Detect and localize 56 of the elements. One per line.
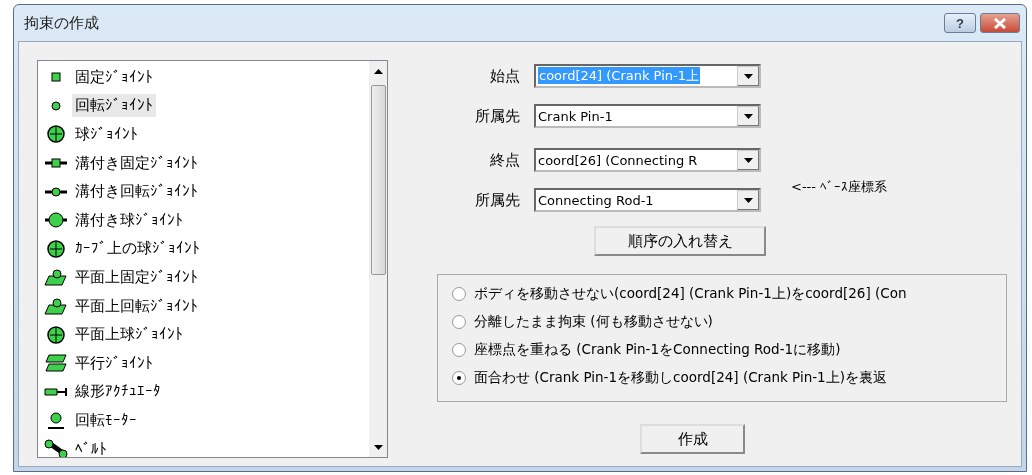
- list-item[interactable]: 平面上固定ｼﾞｮｲﾝﾄ: [72, 265, 201, 289]
- scroll-thumb[interactable]: [370, 85, 386, 275]
- dropdown-button[interactable]: [737, 106, 759, 126]
- radio-button[interactable]: [452, 370, 466, 385]
- scrollbar[interactable]: [369, 61, 387, 457]
- caret-icon[interactable]: [743, 73, 753, 79]
- belt-icon: [44, 439, 68, 457]
- list-item[interactable]: 線形ｱｸﾁｭｴｰﾀ: [72, 380, 164, 404]
- combo-box[interactable]: coord[26] (Connecting R: [534, 148, 761, 172]
- plane-icon: [44, 296, 68, 317]
- sphere-icon: [44, 324, 68, 345]
- field-label: 終点: [489, 150, 520, 170]
- planes-icon: [44, 353, 68, 374]
- radio-button[interactable]: [452, 314, 466, 329]
- sphere-icon: [44, 124, 68, 145]
- swap-order-button[interactable]: 順序の入れ替え: [594, 226, 766, 256]
- caret-icon[interactable]: [743, 157, 753, 163]
- list-item[interactable]: 溝付き回転ｼﾞｮｲﾝﾄ: [72, 180, 201, 204]
- field-label: 始点: [489, 66, 520, 86]
- field-label: 所属先: [474, 190, 520, 210]
- list-item[interactable]: 溝付き固定ｼﾞｮｲﾝﾄ: [72, 151, 201, 175]
- dropdown-button[interactable]: [737, 150, 759, 170]
- caret-icon[interactable]: [743, 197, 753, 203]
- help-button[interactable]: ?: [944, 13, 976, 33]
- radio-button[interactable]: [452, 342, 466, 357]
- list-item[interactable]: 球ｼﾞｮｲﾝﾄ: [72, 123, 141, 146]
- list-item[interactable]: 平面上回転ｼﾞｮｲﾝﾄ: [72, 294, 201, 318]
- radio-button[interactable]: [452, 286, 466, 301]
- close-button[interactable]: [980, 13, 1020, 33]
- list-item[interactable]: 溝付き球ｼﾞｮｲﾝﾄ: [72, 208, 186, 232]
- field-label: 所属先: [474, 106, 520, 126]
- combo-box[interactable]: Crank Pin-1: [534, 104, 761, 128]
- option-label[interactable]: 座標点を重ねる (Crank Pin-1をConnecting Rod-1に移動): [474, 340, 841, 359]
- option-label[interactable]: ボディを移動させない(coord[24] (Crank Pin-1上)をcoord[26] (Con: [474, 284, 907, 303]
- option-label[interactable]: 分離したまま拘束 (何も移動させない): [474, 312, 713, 331]
- dropdown-button[interactable]: [737, 190, 759, 210]
- list-item[interactable]: 固定ｼﾞｮｲﾝﾄ: [72, 65, 156, 89]
- window-title: 拘束の作成: [24, 13, 100, 33]
- list-item[interactable]: 平行ｼﾞｮｲﾝﾄ: [72, 351, 156, 375]
- dropdown-button[interactable]: [737, 66, 759, 86]
- list-item[interactable]: ｶｰﾌﾞ上の球ｼﾞｮｲﾝﾄ: [72, 237, 203, 261]
- list-item[interactable]: 平面上球ｼﾞｮｲﾝﾄ: [72, 323, 186, 347]
- caret-icon[interactable]: [743, 113, 753, 119]
- list-item[interactable]: 回転ﾓｰﾀｰ: [72, 408, 140, 432]
- scroll-up-icon[interactable]: [373, 68, 383, 74]
- option-label[interactable]: 面合わせ (Crank Pin-1を移動しcoord[24] (Crank Pin-1上)を裏返: [474, 368, 887, 387]
- list-item[interactable]: 回転ｼﾞｮｲﾝﾄ: [72, 94, 156, 118]
- combo-box[interactable]: Connecting Rod-1: [534, 188, 761, 212]
- base-frame-note: <--- ﾍﾞｰｽ座標系: [791, 178, 888, 196]
- list-item[interactable]: ﾍﾞﾙﾄ: [72, 438, 110, 457]
- close-icon: [993, 17, 1007, 29]
- slot-sphere-icon: [44, 210, 68, 231]
- create-button[interactable]: 作成: [640, 424, 745, 454]
- plane-icon: [44, 267, 68, 288]
- scroll-down-icon[interactable]: [373, 444, 383, 450]
- sphere-icon: [44, 238, 68, 259]
